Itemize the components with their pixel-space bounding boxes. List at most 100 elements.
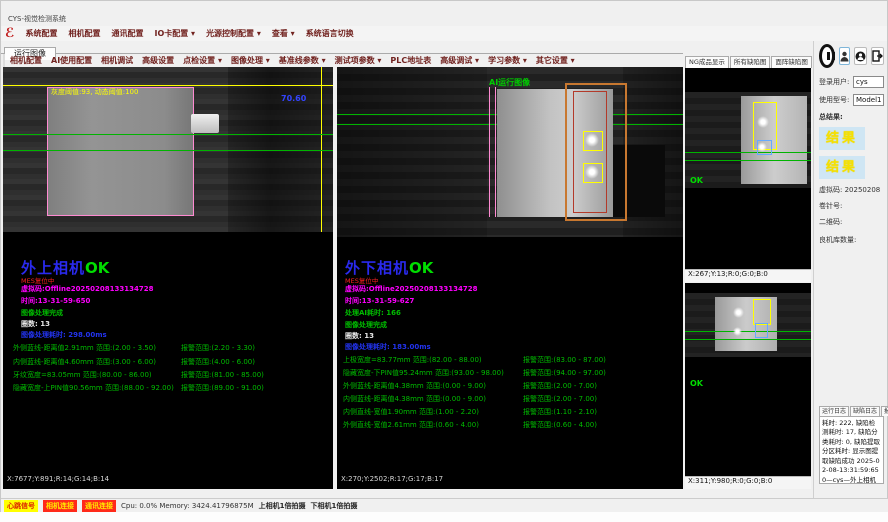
alarm-range: 报警范围:(0.60 - 4.00) (523, 420, 597, 430)
overlay-pink-vline-2 (495, 87, 496, 217)
measure-row: 隐藏宽度-上PIN值90.56mm 范围:(88.00 - 92.00) (13, 383, 174, 393)
reflection-flare (733, 307, 744, 318)
qr-label: 二维码: (819, 217, 884, 227)
tab-ng-display[interactable]: NG成品显示 (685, 56, 729, 68)
toolbar-spotcheck-settings[interactable]: 点检设置 ▾ (183, 55, 222, 66)
camera1-pixel-coords: X:7677;Y:891;R:14;G:14;B:14 (7, 475, 109, 483)
camera-link-badge: 相机连接 (43, 500, 77, 512)
reflection-flare (757, 116, 769, 128)
reflection-flare-1 (585, 133, 599, 147)
log-tab-row: 运行日志 缺陷日志 报警日志 (819, 406, 884, 416)
side2-status: OK (690, 379, 703, 388)
toolbar-image-process[interactable]: 图像处理 ▾ (231, 55, 270, 66)
toolbar-camera-debug[interactable]: 相机调试 (101, 55, 133, 66)
toolbar-learn-params[interactable]: 学习参数 ▾ (488, 55, 527, 66)
measure-row: 上极宽度=83.77mm 范围:(82.00 - 88.00) (343, 355, 482, 365)
operator-button[interactable] (854, 47, 867, 65)
result-box-1: 结果 (819, 127, 865, 150)
measure-row: 内侧蓝线-距离值4.38mm 范围:(0.00 - 9.00) (343, 394, 486, 404)
toolbar-plc-table[interactable]: PLC地址表 (390, 55, 431, 66)
camera1-connector (191, 114, 219, 133)
side2-pixel-coords: X:311;Y:980;R:0;G:0;B:0 (685, 476, 811, 489)
camera1-turns: 圈数: 13 (21, 319, 50, 329)
toolbar-test-params[interactable]: 测试项参数 ▾ (335, 55, 382, 66)
overlay-green-line-1 (685, 152, 811, 153)
side1-status: OK (690, 176, 703, 185)
comm-link-badge: 通讯连接 (82, 500, 116, 512)
camera1-elapsed: 图像处理耗时: 298.00ms (21, 330, 107, 340)
measure-row: 牙纹宽度=83.05mm 范围:(80.00 - 86.00) (13, 370, 152, 380)
pin-label: 卷针号: (819, 201, 884, 211)
measure-row: 外侧蓝线-距离值4.38mm 范围:(0.00 - 9.00) (343, 381, 486, 391)
vcode-row: 虚拟码: 20250208 (819, 185, 884, 195)
menu-light-config[interactable]: 光源控制配置 ▾ (206, 28, 261, 39)
menu-system-config[interactable]: 系统配置 (25, 28, 57, 39)
toolbar-advanced-settings[interactable]: 高级设置 (142, 55, 174, 66)
control-icon-row (819, 44, 884, 68)
login-user-row: 登录用户: cys (819, 76, 884, 88)
overlay-green-line-2 (685, 339, 811, 340)
menu-language[interactable]: 系统语言切换 (306, 28, 354, 39)
cam-bottom-mode[interactable]: 下相机1倍拍摄 (311, 501, 358, 511)
side-tab-row: NG成品显示 所有缺陷图 面阵缺陷图 (685, 56, 811, 68)
cpu-memory-text: Cpu: 0.0% Memory: 3424.41796875M (121, 502, 254, 510)
login-user-field[interactable]: cys (853, 76, 884, 88)
value-overlay: 70.60 (281, 94, 306, 103)
overlay-green-line-2 (685, 160, 811, 161)
model-label: 使用型号: (819, 95, 853, 105)
camera2-pixel-coords: X:270;Y:2502;R:17;G:17;B:17 (341, 475, 443, 483)
toolbar-other-settings[interactable]: 其它设置 ▾ (536, 55, 575, 66)
overlay-part-rect (47, 87, 194, 216)
menu-view[interactable]: 查看 ▾ (272, 28, 295, 39)
side-view-1[interactable]: OK (685, 68, 811, 269)
camera2-time: 时间:13-31-59-627 (345, 296, 414, 306)
tab-area-defects[interactable]: 面阵缺陷图 (771, 56, 812, 68)
camera2-done: 图像处理完成 (345, 320, 387, 330)
toolbar-ai-config[interactable]: AI使用配置 (51, 55, 92, 66)
exit-button[interactable] (871, 47, 884, 65)
camera2-turns: 圈数: 13 (345, 331, 374, 341)
camera1-view[interactable]: 灰度阈值:93, 动态阈值:100 70.60 外上相机OK MES复位中 虚拟… (3, 67, 333, 489)
panel-spacer (819, 250, 884, 400)
alarm-range: 报警范围:(1.10 - 2.10) (523, 407, 597, 417)
menu-io-config[interactable]: IO卡配置 ▾ (154, 28, 195, 39)
tab-run-log[interactable]: 运行日志 (819, 406, 849, 416)
menu-camera-config[interactable]: 相机配置 (68, 28, 100, 39)
tab-all-defects[interactable]: 所有缺陷图 (730, 56, 771, 68)
tab-defect-log[interactable]: 缺陷日志 (850, 406, 880, 416)
camera1-status: OK (85, 259, 109, 277)
app-logo-icon: ℰ (5, 27, 14, 40)
app-window: CYS-视觉检测系统 ℰ 系统配置 相机配置 通讯配置 IO卡配置 ▾ 光源控制… (0, 0, 888, 512)
measure-row: 内侧蓝线-距离值4.60mm 范围:(3.00 - 6.00) (13, 357, 156, 367)
overlay-green-line-1 (3, 134, 333, 135)
camera2-ai-time: 处理AI耗时: 166 (345, 308, 401, 318)
toolbar-camera-config[interactable]: 相机配置 (10, 55, 42, 66)
operator-icon (855, 51, 866, 62)
measure-row: 隐藏宽度-下PIN值95.24mm 范围:(93.00 - 98.00) (343, 368, 504, 378)
camera2-view[interactable]: AI运行图像 外下相机OK MES复位中 虚拟码:Offline20250208… (337, 67, 683, 489)
user-button[interactable] (839, 47, 850, 65)
camera2-status: OK (409, 259, 433, 277)
result-box-2: 结果 (819, 156, 865, 179)
alarm-range: 报警范围:(4.00 - 6.00) (181, 357, 255, 367)
menu-comm-config[interactable]: 通讯配置 (111, 28, 143, 39)
toolbar-baseline-params[interactable]: 基准线参数 ▾ (279, 55, 326, 66)
cam-top-mode[interactable]: 上相机1倍拍摄 (259, 501, 306, 511)
magazine-label: 良机库数量: (819, 235, 884, 245)
tab-alarm-log[interactable]: 报警日志 (881, 406, 888, 416)
camera2-elapsed: 图像处理耗时: 183.00ms (345, 342, 431, 352)
view-tab-row: 运行图像 (1, 41, 683, 54)
measure-row: 外侧直线-宽值2.61mm 范围:(0.60 - 4.00) (343, 420, 479, 430)
side-view-2[interactable]: OK (685, 283, 811, 476)
model-field[interactable]: Model1 (853, 94, 884, 106)
user-icon (840, 51, 849, 62)
overlay-blue-box (755, 323, 768, 338)
reflection-flare (757, 142, 767, 152)
toolbar-advanced-debug[interactable]: 高级调试 ▾ (440, 55, 479, 66)
log-textarea[interactable]: 耗时: 222, 缺陷检测耗时: 17, 缺陷分类耗时: 0, 缺陷提取分区耗时… (819, 416, 884, 484)
reflection-flare (733, 327, 742, 336)
overlay-pink-vline-1 (489, 87, 490, 217)
vcode-value: 20250208 (845, 186, 881, 194)
camera1-done: 图像处理完成 (21, 308, 63, 318)
pause-button[interactable] (819, 44, 835, 68)
